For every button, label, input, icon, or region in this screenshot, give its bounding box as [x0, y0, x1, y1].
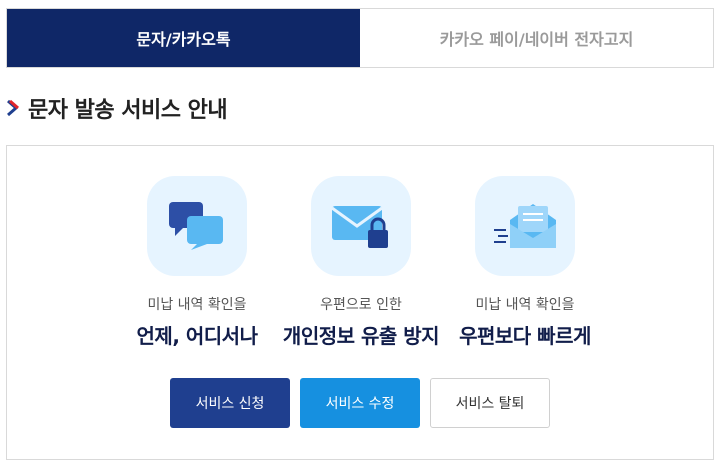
feature-faster: 미납 내역 확인을 우편보다 빠르게: [415, 176, 635, 349]
feature-subtitle: 우편으로 인한: [320, 297, 402, 313]
section-header: 문자 발송 서비스 안내: [6, 92, 228, 124]
chevron-right-icon: [7, 99, 19, 117]
feature-subtitle: 미납 내역 확인을: [147, 297, 247, 313]
locked-envelope-icon: [331, 206, 388, 248]
service-tabs: 문자/카카오톡 카카오 페이/네이버 전자고지: [6, 8, 714, 68]
service-info-panel: 미납 내역 확인을 언제, 어디서나 우편으로 인한 개인정보 유출 방지 미납…: [6, 145, 714, 460]
page-title: 문자 발송 서비스 안내: [28, 98, 228, 123]
feature-icon-box: [475, 176, 575, 276]
feature-icon-box: [311, 176, 411, 276]
feature-icon-box: [147, 176, 247, 276]
chat-bubbles-icon: [169, 202, 223, 250]
service-withdraw-button[interactable]: 서비스 탈퇴: [430, 378, 550, 428]
feature-subtitle: 미납 내역 확인을: [475, 297, 575, 313]
action-buttons: 서비스 신청 서비스 수정 서비스 탈퇴: [7, 378, 713, 428]
tab-kakaopay-naver[interactable]: 카카오 페이/네이버 전자고지: [360, 9, 713, 67]
fast-mail-icon: [494, 204, 556, 248]
feature-title: 언제, 어디서나: [136, 324, 258, 348]
service-edit-button[interactable]: 서비스 수정: [300, 378, 420, 428]
feature-title: 우편보다 빠르게: [459, 324, 591, 348]
tab-sms-kakaotalk[interactable]: 문자/카카오톡: [7, 9, 360, 67]
service-apply-button[interactable]: 서비스 신청: [170, 378, 290, 428]
